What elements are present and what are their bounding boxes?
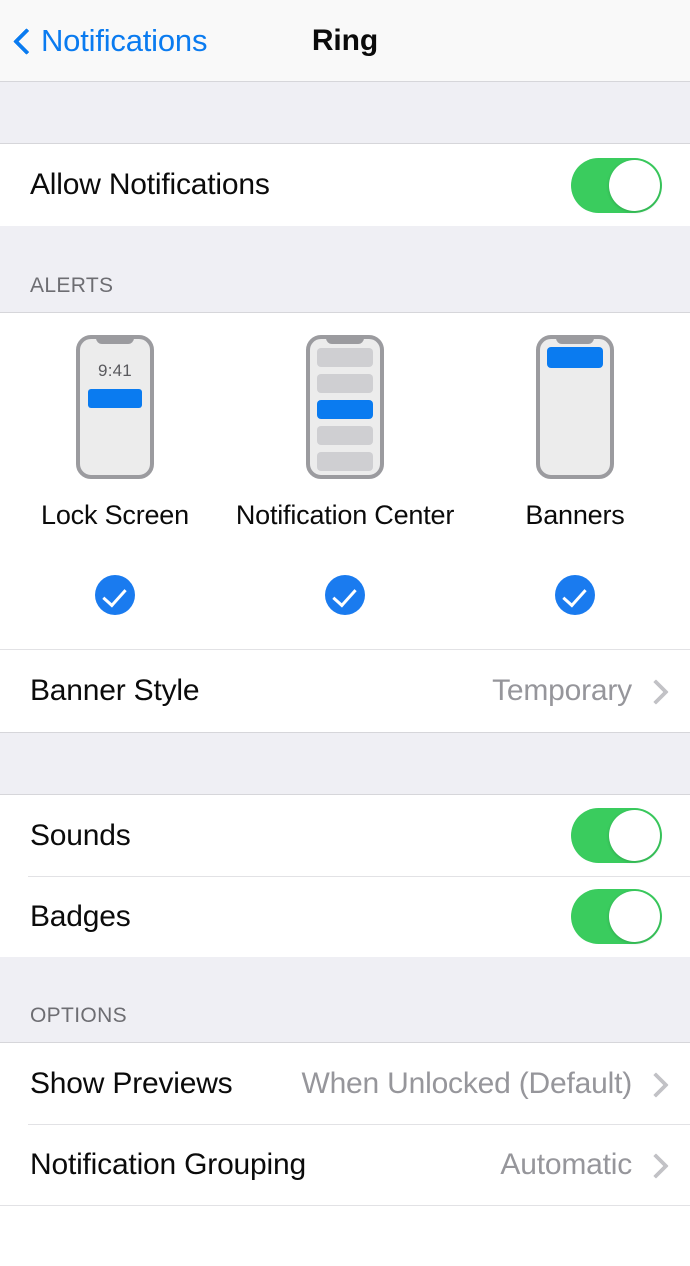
notification-grouping-label: Notification Grouping [30,1147,306,1181]
lock-screen-preview-icon: 9:41 [76,335,154,479]
toggle-knob [609,159,660,211]
show-previews-right: When Unlocked (Default) [301,1067,662,1101]
alert-option-label-lock-screen: Lock Screen [41,500,189,530]
banners-preview-icon [536,335,614,479]
banner-style-label: Banner Style [30,674,200,707]
row-notification-grouping[interactable]: Notification Grouping Automatic [0,1124,690,1205]
phone-notch [326,339,364,344]
badges-label: Badges [30,899,131,933]
checkcell-lock-screen [0,575,230,615]
notification-grouping-value: Automatic [500,1147,632,1181]
allow-notifications-group: Allow Notifications [0,144,690,226]
notification-center-preview-icon [306,335,384,479]
sounds-label: Sounds [30,818,131,852]
alerts-picker: 9:41 Lock Screen Notification Center Ban… [0,313,690,649]
alerts-checkmark-row [0,575,690,615]
show-previews-label: Show Previews [30,1066,233,1100]
row-show-previews[interactable]: Show Previews When Unlocked (Default) [0,1043,690,1124]
navigation-bar: Notifications Ring [0,0,690,82]
lock-screen-notification-bar [88,389,142,408]
options-group: Show Previews When Unlocked (Default) No… [0,1043,690,1206]
banner-notification-bar [547,347,603,368]
row-allow-notifications[interactable]: Allow Notifications [0,144,690,226]
notification-bar [317,426,373,445]
options-section-header-label: OPTIONS [30,1004,127,1027]
chevron-right-icon [646,678,662,704]
phone-notch [556,339,594,344]
show-previews-value: When Unlocked (Default) [301,1066,632,1100]
back-button-label: Notifications [41,23,208,58]
badges-right [571,889,662,944]
allow-notifications-right [571,157,662,213]
chevron-right-icon [646,1152,662,1178]
checkmark-icon-banners[interactable] [555,575,595,615]
back-to-notifications-button[interactable]: Notifications [0,25,207,56]
notification-bar-highlighted [317,400,373,419]
notification-center-stack [317,348,373,471]
row-badges[interactable]: Badges [0,876,690,957]
alert-option-lock-screen[interactable]: 9:41 Lock Screen [0,335,230,531]
alert-option-label-banners: Banners [525,500,625,530]
row-banner-style[interactable]: Banner Style Temporary [0,649,690,732]
checkcell-banners [460,575,690,615]
banner-style-group: Banner Style Temporary [0,649,690,732]
notification-bar [317,452,373,471]
lock-screen-time: 9:41 [98,361,132,380]
sounds-right [571,808,662,863]
toggle-knob [609,891,660,942]
sounds-toggle[interactable] [571,808,662,863]
row-sounds[interactable]: Sounds [0,795,690,876]
banner-style-value: Temporary [492,674,632,707]
settings-screen: Notifications Ring Allow Notifications A… [0,0,690,1266]
checkcell-notification-center [230,575,460,615]
notification-grouping-right: Automatic [500,1148,662,1182]
spacer-before-sounds [0,732,690,795]
toggle-knob [609,810,660,861]
banner-style-right: Temporary [492,674,662,708]
alerts-options-grid: 9:41 Lock Screen Notification Center Ban… [0,335,690,531]
chevron-right-icon [646,1071,662,1097]
allow-notifications-label: Allow Notifications [30,168,270,201]
alerts-bottom-padding [0,615,690,649]
notification-bar [317,374,373,393]
bottom-separator [0,1205,690,1206]
phone-notch [96,339,134,344]
sounds-badges-group: Sounds Badges [0,795,690,957]
allow-notifications-toggle[interactable] [571,157,662,213]
badges-toggle[interactable] [571,889,662,944]
checkmark-icon-notification-center[interactable] [325,575,365,615]
top-spacer [0,82,690,144]
options-section-header: OPTIONS [0,957,690,1043]
checkmark-icon-lock-screen[interactable] [95,575,135,615]
alert-option-notification-center[interactable]: Notification Center [230,335,460,531]
alert-option-banners[interactable]: Banners [460,335,690,531]
alert-option-label-notification-center: Notification Center [235,500,455,530]
notification-bar [317,348,373,367]
alerts-section-header: ALERTS [0,226,690,313]
chevron-left-icon [14,26,32,56]
alerts-section-header-label: ALERTS [30,274,114,297]
